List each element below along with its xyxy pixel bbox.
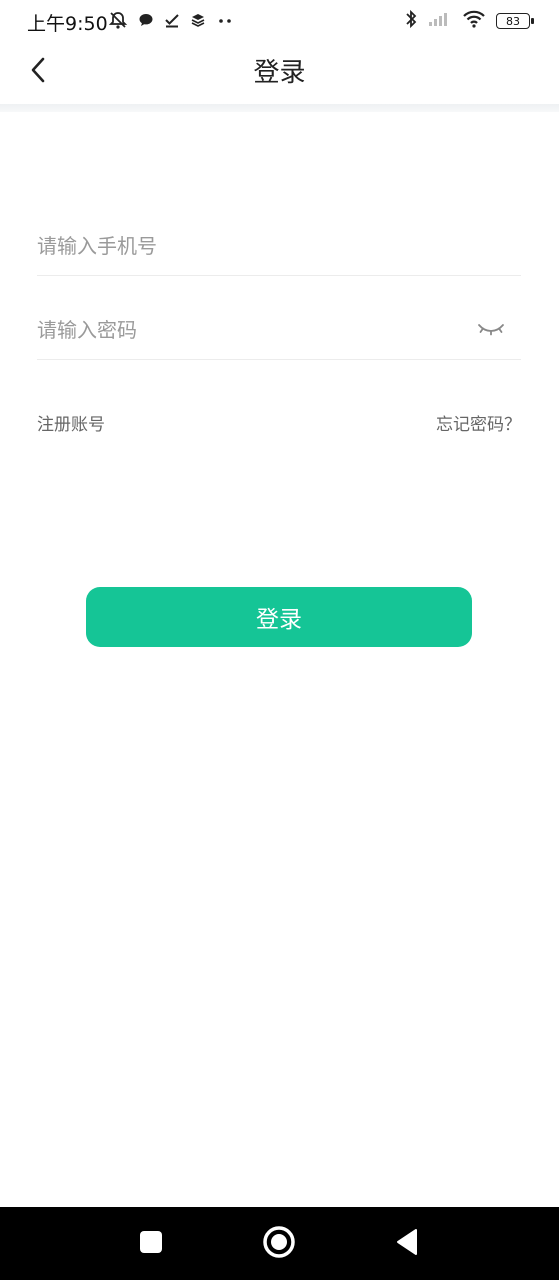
home-button[interactable] [260, 1225, 298, 1263]
square-recent-icon [139, 1230, 163, 1258]
page-title: 登录 [253, 58, 306, 88]
phone-field [37, 216, 521, 276]
login-button[interactable]: 登录 [86, 587, 472, 647]
header: 登录 [0, 42, 559, 104]
auth-links: 注册账号 忘记密码？ [37, 410, 521, 436]
password-field [37, 300, 521, 360]
circle-home-icon [262, 1225, 296, 1263]
status-right-icons: 83 [404, 9, 534, 33]
battery-icon: 83 [496, 13, 534, 29]
register-link[interactable]: 注册账号 [37, 410, 105, 435]
wifi-icon [462, 10, 486, 32]
recent-apps-button[interactable] [132, 1225, 170, 1263]
more-dots-icon [216, 12, 234, 32]
bluetooth-icon [404, 9, 418, 33]
layers-icon [190, 12, 206, 32]
status-bar: 上午9:50 83 [0, 0, 559, 42]
chat-bubble-icon [138, 12, 154, 32]
header-divider [0, 104, 559, 112]
bell-off-icon [108, 10, 128, 34]
system-back-button[interactable] [388, 1225, 426, 1263]
phone-input[interactable] [37, 216, 457, 275]
password-visibility-toggle[interactable] [475, 316, 507, 344]
password-input[interactable] [37, 300, 457, 359]
status-left-icons [108, 10, 234, 34]
signal-icon [428, 11, 452, 31]
triangle-back-icon [395, 1228, 419, 1260]
forgot-password-link[interactable]: 忘记密码？ [436, 410, 521, 435]
system-nav-bar [0, 1207, 559, 1280]
battery-level: 83 [506, 14, 520, 28]
check-icon [164, 12, 180, 32]
eye-closed-icon [477, 320, 505, 340]
status-time: 上午9:50 [27, 13, 108, 35]
